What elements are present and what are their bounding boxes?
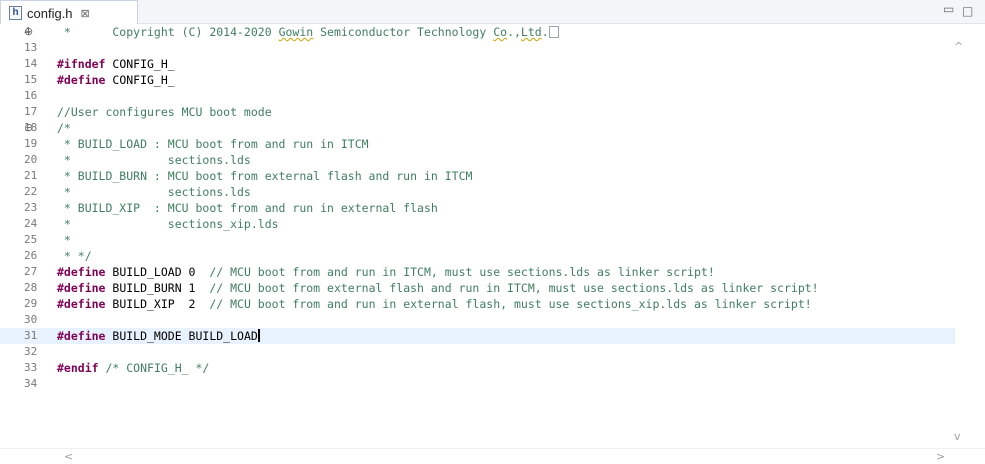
code-line[interactable]: 13 — [0, 40, 955, 56]
code-line[interactable]: 28 #define BUILD_BURN 1 // MCU boot from … — [0, 280, 955, 296]
line-number: 24 — [24, 217, 38, 230]
code-line[interactable]: 32 — [0, 344, 955, 360]
code-text: * Copyright (C) 2014-2020 Gowin Semicond… — [57, 24, 559, 40]
code-text: * sections_xip.lds — [57, 217, 279, 231]
line-number: 19 — [24, 137, 38, 150]
line-number: 29 — [24, 297, 38, 310]
scroll-down-arrow-icon[interactable]: v — [954, 430, 961, 443]
code-line[interactable]: 31 #define BUILD_MODE BUILD_LOAD — [0, 328, 955, 344]
line-number: 33 — [24, 361, 38, 374]
scroll-left-arrow-icon[interactable]: < — [64, 450, 73, 463]
tab-title: config.h — [27, 5, 73, 21]
line-number: 15 — [24, 73, 38, 86]
collapse-fold-icon[interactable]: ⊖ — [24, 120, 33, 136]
code-line[interactable]: 30 — [0, 312, 955, 328]
line-number: 30 — [24, 313, 38, 326]
code-text: * */ — [57, 249, 92, 263]
code-line[interactable]: 19 * BUILD_LOAD : MCU boot from and run … — [0, 136, 955, 152]
line-number: 17 — [24, 105, 38, 118]
line-number: 4 — [24, 25, 31, 38]
line-number: 18 — [24, 121, 38, 134]
code-text: #define BUILD_XIP 2 // MCU boot from and… — [57, 297, 812, 311]
code-line[interactable]: 26 * */ — [0, 248, 955, 264]
editor-tab-bar: h config.h ⊠ ▭ □ — [0, 0, 985, 25]
line-number: 27 — [24, 265, 38, 278]
line-number: 14 — [24, 57, 38, 70]
code-editor[interactable]: 4 ⊕ * Copyright (C) 2014-2020 Gowin Semic… — [0, 24, 970, 448]
code-text: /* — [57, 121, 71, 135]
tab-config-h[interactable]: h config.h ⊠ — [0, 0, 138, 25]
code-line[interactable]: 27 #define BUILD_LOAD 0 // MCU boot from … — [0, 264, 955, 280]
code-line[interactable]: 15 #define CONFIG_H_ — [0, 72, 955, 88]
code-line[interactable]: 29 #define BUILD_XIP 2 // MCU boot from a… — [0, 296, 955, 312]
c-header-file-icon: h — [9, 6, 22, 20]
code-text: #endif /* CONFIG_H_ */ — [57, 361, 210, 375]
code-line[interactable]: 25 * — [0, 232, 955, 248]
code-text: #ifndef CONFIG_H_ — [57, 57, 175, 71]
scroll-up-arrow-icon[interactable]: ^ — [954, 40, 963, 53]
code-text: * — [57, 233, 71, 247]
code-text: * BUILD_BURN : MCU boot from external fl… — [57, 169, 473, 183]
code-text: //User configures MCU boot mode — [57, 105, 272, 119]
code-text: * BUILD_LOAD : MCU boot from and run in … — [57, 137, 369, 151]
code-line[interactable]: 14 #ifndef CONFIG_H_ — [0, 56, 955, 72]
line-number: 16 — [24, 89, 38, 102]
code-line[interactable]: 33 #endif /* CONFIG_H_ */ — [0, 360, 955, 376]
line-number: 22 — [24, 185, 38, 198]
code-text: #define BUILD_BURN 1 // MCU boot from ex… — [57, 281, 819, 295]
code-line[interactable]: 34 — [0, 376, 955, 392]
code-text: #define CONFIG_H_ — [57, 73, 175, 87]
code-line[interactable]: 24 * sections_xip.lds — [0, 216, 955, 232]
code-line[interactable]: 17 //User configures MCU boot mode — [0, 104, 955, 120]
maximize-icon[interactable]: □ — [962, 4, 973, 18]
code-line[interactable]: 20 * sections.lds — [0, 152, 955, 168]
line-number: 28 — [24, 281, 38, 294]
horizontal-scrollbar[interactable] — [0, 448, 985, 464]
code-line[interactable]: 18 ⊖ /* — [0, 120, 955, 136]
line-number: 34 — [24, 377, 38, 390]
expand-fold-icon[interactable]: ⊕ — [24, 24, 33, 40]
code-text: * BUILD_XIP : MCU boot from and run in e… — [57, 201, 438, 215]
code-text: #define BUILD_MODE BUILD_LOAD — [57, 329, 260, 343]
line-number: 23 — [24, 201, 38, 214]
code-line[interactable]: 21 * BUILD_BURN : MCU boot from external… — [0, 168, 955, 184]
code-line[interactable]: 23 * BUILD_XIP : MCU boot from and run i… — [0, 200, 955, 216]
line-number: 21 — [24, 169, 38, 182]
code-line[interactable]: 4 ⊕ * Copyright (C) 2014-2020 Gowin Semic… — [0, 24, 955, 40]
line-number: 25 — [24, 233, 38, 246]
line-number: 32 — [24, 345, 38, 358]
code-text: * sections.lds — [57, 153, 251, 167]
line-number: 20 — [24, 153, 38, 166]
line-number: 13 — [24, 41, 38, 54]
line-number: 31 — [24, 329, 38, 342]
code-text: #define BUILD_LOAD 0 // MCU boot from an… — [57, 265, 715, 279]
code-line[interactable]: 22 * sections.lds — [0, 184, 955, 200]
close-tab-icon[interactable]: ⊠ — [81, 7, 90, 20]
code-line[interactable]: 16 — [0, 88, 955, 104]
code-text: * sections.lds — [57, 185, 251, 199]
minimize-icon[interactable]: ▭ — [943, 2, 954, 16]
line-number: 26 — [24, 249, 38, 262]
scroll-right-arrow-icon[interactable]: > — [936, 450, 945, 463]
